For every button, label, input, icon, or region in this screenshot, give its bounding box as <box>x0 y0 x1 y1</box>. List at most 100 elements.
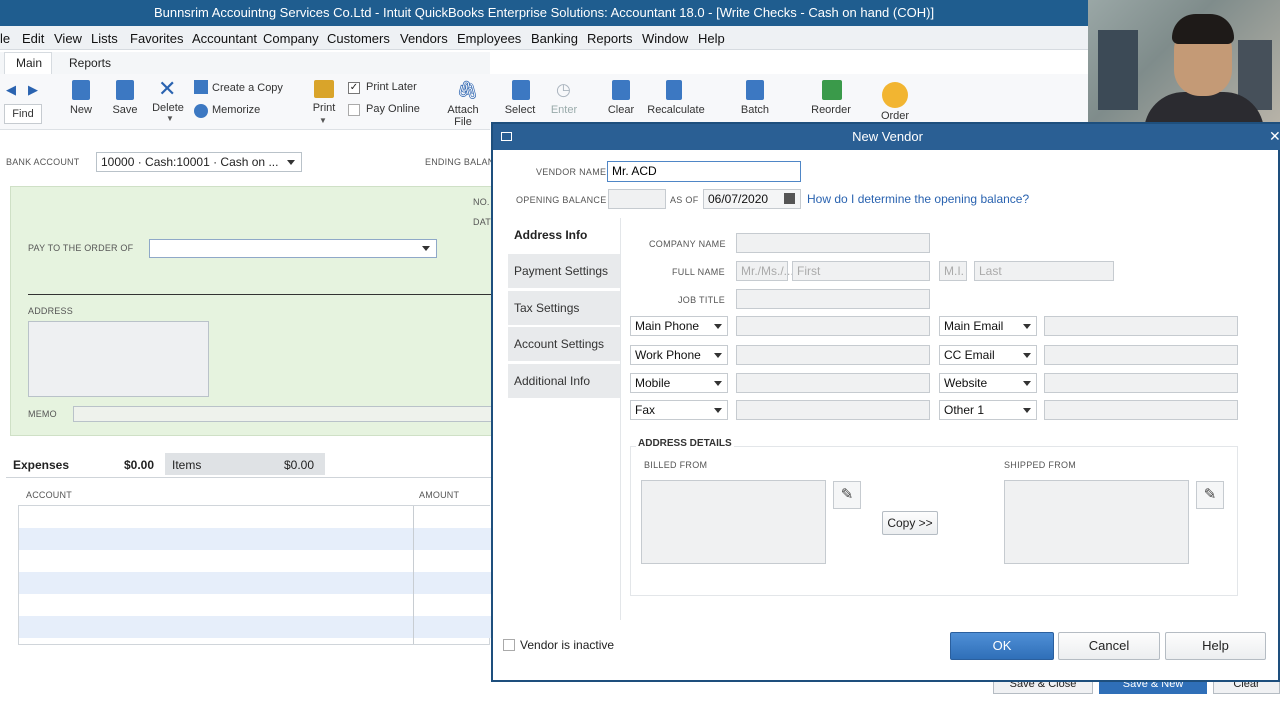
reorder-reminder-button[interactable]: Reorder <box>802 104 860 116</box>
edit-billed-address-icon[interactable]: ✎ <box>833 481 861 509</box>
save-close-button[interactable]: Save & Close <box>993 682 1093 694</box>
vendor-name-input[interactable]: Mr. ACD <box>607 161 801 182</box>
print-dropdown-icon[interactable]: ▼ <box>319 116 327 125</box>
save-new-button[interactable]: Save & New <box>1099 682 1207 694</box>
tab-expenses[interactable]: Expenses $0.00 <box>6 453 160 477</box>
other-1-input[interactable] <box>1044 400 1238 420</box>
calendar-icon[interactable] <box>784 193 795 204</box>
delete-dropdown-icon[interactable]: ▼ <box>166 114 174 123</box>
main-email-input[interactable] <box>1044 316 1238 336</box>
pay-online-checkbox[interactable] <box>348 104 360 116</box>
clear-splits-button[interactable]: Clear <box>600 104 642 116</box>
menu-vendors[interactable]: Vendors <box>400 31 448 46</box>
shipped-from-box[interactable] <box>1004 480 1189 564</box>
back-arrow-icon[interactable]: ◀ <box>6 82 16 98</box>
side-tab-tax-settings[interactable]: Tax Settings <box>508 291 620 325</box>
menu-view[interactable]: View <box>54 31 82 46</box>
job-title-input[interactable] <box>736 289 930 309</box>
main-phone-input[interactable] <box>736 316 930 336</box>
print-button[interactable]: Print <box>304 102 344 114</box>
bank-account-select[interactable]: 10000 · Cash:10001 · Cash on ... <box>96 152 302 172</box>
menu-help[interactable]: Help <box>698 31 725 46</box>
contact-type-select-3[interactable]: Website <box>939 373 1037 393</box>
window-menu-icon[interactable] <box>501 132 512 141</box>
attach-file-button[interactable]: Attach File <box>443 104 483 128</box>
contact-type-4-label: Other 1 <box>944 403 985 417</box>
new-button[interactable]: New <box>62 104 100 116</box>
opening-balance-input[interactable] <box>608 189 666 209</box>
contact-type-1-label: Main Email <box>944 319 1004 333</box>
delete-button[interactable]: Delete <box>148 102 188 114</box>
col-amount-header[interactable]: AMOUNT <box>419 490 459 500</box>
contact-type-select-4[interactable]: Other 1 <box>939 400 1037 420</box>
print-later-checkbox[interactable]: ✓ <box>348 82 360 94</box>
table-row[interactable] <box>19 528 491 550</box>
side-tab-account-settings[interactable]: Account Settings <box>508 327 620 361</box>
menu-customers[interactable]: Customers <box>327 31 390 46</box>
edit-shipped-address-icon[interactable]: ✎ <box>1196 481 1224 509</box>
memorize-button[interactable]: Memorize <box>212 104 260 116</box>
help-button[interactable]: Help <box>1165 632 1266 660</box>
work-phone-input[interactable] <box>736 345 930 365</box>
order-checks-icon <box>882 82 908 108</box>
table-row[interactable] <box>19 594 491 616</box>
side-tab-address-info[interactable]: Address Info <box>508 218 620 252</box>
contact-type-select-2[interactable]: CC Email <box>939 345 1037 365</box>
cancel-button[interactable]: Cancel <box>1058 632 1160 660</box>
last-name-input[interactable]: Last <box>974 261 1114 281</box>
middle-initial-input[interactable]: M.I. <box>939 261 967 281</box>
menu-reports[interactable]: Reports <box>587 31 633 46</box>
copy-address-button[interactable]: Copy >> <box>882 511 938 535</box>
mobile-input[interactable] <box>736 373 930 393</box>
phone-type-select-3[interactable]: Mobile <box>630 373 728 393</box>
menu-edit[interactable]: Edit <box>22 31 44 46</box>
phone-type-select-4[interactable]: Fax <box>630 400 728 420</box>
select-po-button[interactable]: Select <box>500 104 540 116</box>
tab-main[interactable]: Main <box>16 56 42 70</box>
table-row[interactable] <box>19 616 491 638</box>
menu-employees[interactable]: Employees <box>457 31 521 46</box>
enter-time-button[interactable]: Enter <box>544 104 584 116</box>
memo-field[interactable] <box>73 406 493 422</box>
menu-banking[interactable]: Banking <box>531 31 578 46</box>
phone-type-select-1[interactable]: Main Phone <box>630 316 728 336</box>
menu-favorites[interactable]: Favorites <box>130 31 183 46</box>
first-name-input[interactable]: First <box>792 261 930 281</box>
table-row[interactable] <box>19 550 491 572</box>
side-tab-additional-info[interactable]: Additional Info <box>508 364 620 398</box>
company-name-input[interactable] <box>736 233 930 253</box>
cc-email-input[interactable] <box>1044 345 1238 365</box>
phone-type-select-2[interactable]: Work Phone <box>630 345 728 365</box>
menu-lists[interactable]: Lists <box>91 31 118 46</box>
side-tab-payment-settings[interactable]: Payment Settings <box>508 254 620 288</box>
menu-accountant[interactable]: Accountant <box>192 31 257 46</box>
ok-button[interactable]: OK <box>950 632 1054 660</box>
clear-button[interactable]: Clear <box>1213 682 1280 694</box>
table-row[interactable] <box>19 506 491 528</box>
forward-arrow-icon[interactable]: ▶ <box>28 82 38 98</box>
opening-balance-help-link[interactable]: How do I determine the opening balance? <box>807 192 1029 206</box>
pay-to-select[interactable] <box>149 239 437 258</box>
fax-input[interactable] <box>736 400 930 420</box>
billed-from-box[interactable] <box>641 480 826 564</box>
menu-window[interactable]: Window <box>642 31 688 46</box>
vendor-inactive-checkbox[interactable] <box>503 639 515 651</box>
website-input[interactable] <box>1044 373 1238 393</box>
tab-reports[interactable]: Reports <box>69 56 111 70</box>
order-checks-button[interactable]: Order <box>874 110 916 122</box>
create-copy-button[interactable]: Create a Copy <box>212 82 283 94</box>
table-row[interactable] <box>19 572 491 594</box>
save-button[interactable]: Save <box>106 104 144 116</box>
find-button[interactable]: Find <box>4 104 42 124</box>
menu-file[interactable]: le <box>0 31 10 46</box>
close-icon[interactable]: ✕ <box>1269 128 1280 145</box>
menu-company[interactable]: Company <box>263 31 319 46</box>
batch-transactions-button[interactable]: Batch <box>726 104 784 116</box>
recalculate-button[interactable]: Recalculate <box>646 104 706 116</box>
contact-type-select-1[interactable]: Main Email <box>939 316 1037 336</box>
salutation-input[interactable]: Mr./Ms./... <box>736 261 794 281</box>
address-box[interactable] <box>28 321 209 397</box>
col-account-header[interactable]: ACCOUNT <box>26 490 72 500</box>
tab-items[interactable]: Items $0.00 <box>165 453 325 475</box>
check-line <box>28 294 493 295</box>
